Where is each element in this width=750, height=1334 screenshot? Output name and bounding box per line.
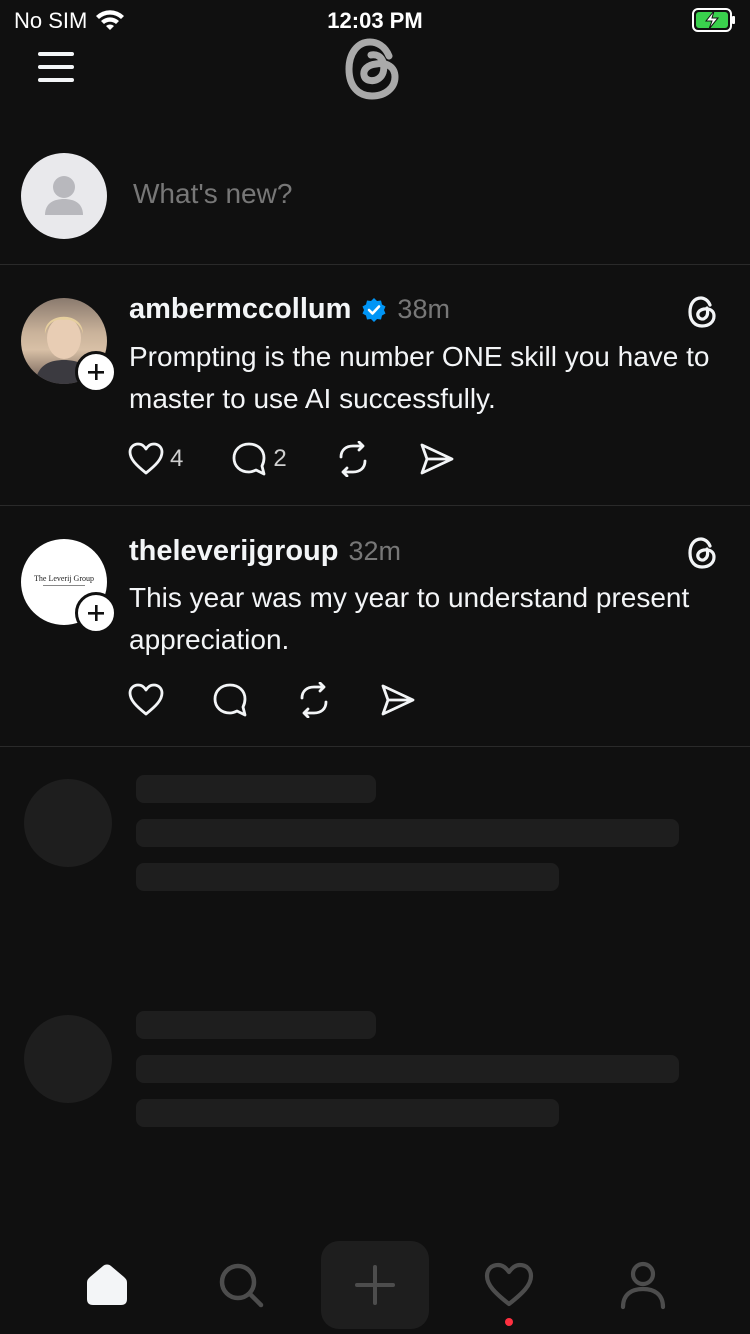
repost-action[interactable] (296, 682, 332, 718)
plus-icon (88, 605, 104, 621)
reply-action[interactable]: 2 (231, 441, 287, 477)
menu-line (38, 65, 74, 69)
username[interactable]: ambermccollum (129, 293, 351, 326)
skeleton-line (136, 819, 679, 847)
like-action[interactable]: 4 (128, 442, 183, 476)
share-action[interactable] (419, 442, 455, 476)
svg-text:The Leverij Group: The Leverij Group (34, 574, 94, 583)
skeleton-avatar (24, 779, 112, 867)
like-count: 4 (170, 445, 184, 472)
repost-action[interactable] (335, 441, 371, 477)
tab-home[interactable] (77, 1255, 137, 1315)
post-ambermccollum[interactable]: ambermccollum 38m Prompting is the numbe… (0, 265, 750, 505)
like-action[interactable] (128, 683, 164, 717)
divider (0, 746, 750, 747)
post-text: Prompting is the number ONE skill you ha… (129, 341, 710, 414)
tab-profile[interactable] (613, 1255, 673, 1315)
skeleton-avatar (24, 1015, 112, 1103)
heart-icon (484, 1262, 534, 1307)
menu-button[interactable] (38, 52, 74, 82)
share-action[interactable] (380, 683, 416, 717)
verified-badge-icon (362, 297, 386, 322)
plus-icon (88, 364, 104, 380)
post-header: theleverijgroup 32m (129, 535, 401, 568)
reply-count: 2 (273, 445, 287, 472)
post-time: 32m (348, 536, 402, 566)
comment-icon (232, 442, 266, 476)
compose-avatar[interactable] (21, 153, 107, 239)
tab-search[interactable] (211, 1255, 271, 1315)
heart-icon (128, 442, 164, 475)
menu-line (38, 78, 74, 82)
send-icon (381, 684, 415, 716)
skeleton-line (136, 1011, 376, 1039)
post-header: ambermccollum 38m (129, 293, 450, 326)
post-actions: 4 2 (128, 441, 455, 477)
battery-charging-icon (692, 8, 735, 32)
menu-line (38, 52, 74, 56)
reply-action[interactable] (212, 682, 248, 718)
status-time: 12:03 PM (327, 8, 423, 33)
repost-icon (339, 441, 367, 477)
follow-button[interactable] (75, 592, 117, 634)
follow-button[interactable] (75, 351, 117, 393)
profile-icon (620, 1261, 666, 1310)
threads-badge-icon[interactable] (686, 295, 718, 329)
repost-icon (300, 682, 328, 718)
notification-dot (505, 1318, 513, 1326)
plus-icon (355, 1265, 395, 1305)
skeleton-line (136, 775, 376, 803)
compose-input[interactable]: What's new? (133, 178, 292, 210)
username[interactable]: theleverijgroup (129, 535, 339, 568)
comment-icon (213, 683, 247, 717)
threads-badge-icon[interactable] (686, 536, 718, 570)
home-icon (87, 1264, 127, 1305)
skeleton-line (136, 863, 559, 891)
threads-logo-icon[interactable] (343, 34, 405, 104)
default-avatar-icon (45, 176, 83, 215)
tab-new-post[interactable] (321, 1241, 429, 1329)
skeleton-line (136, 1055, 679, 1083)
post-time: 38m (397, 294, 450, 324)
tab-activity[interactable] (479, 1255, 539, 1315)
heart-icon (128, 683, 164, 716)
post-actions (128, 682, 416, 718)
post-theleverijgroup[interactable]: The Leverij Group theleverijgroup 32m Th… (0, 506, 750, 746)
send-icon (420, 443, 454, 475)
post-text: This year was my year to understand pres… (129, 582, 690, 655)
search-icon (219, 1263, 264, 1308)
skeleton-line (136, 1099, 559, 1127)
